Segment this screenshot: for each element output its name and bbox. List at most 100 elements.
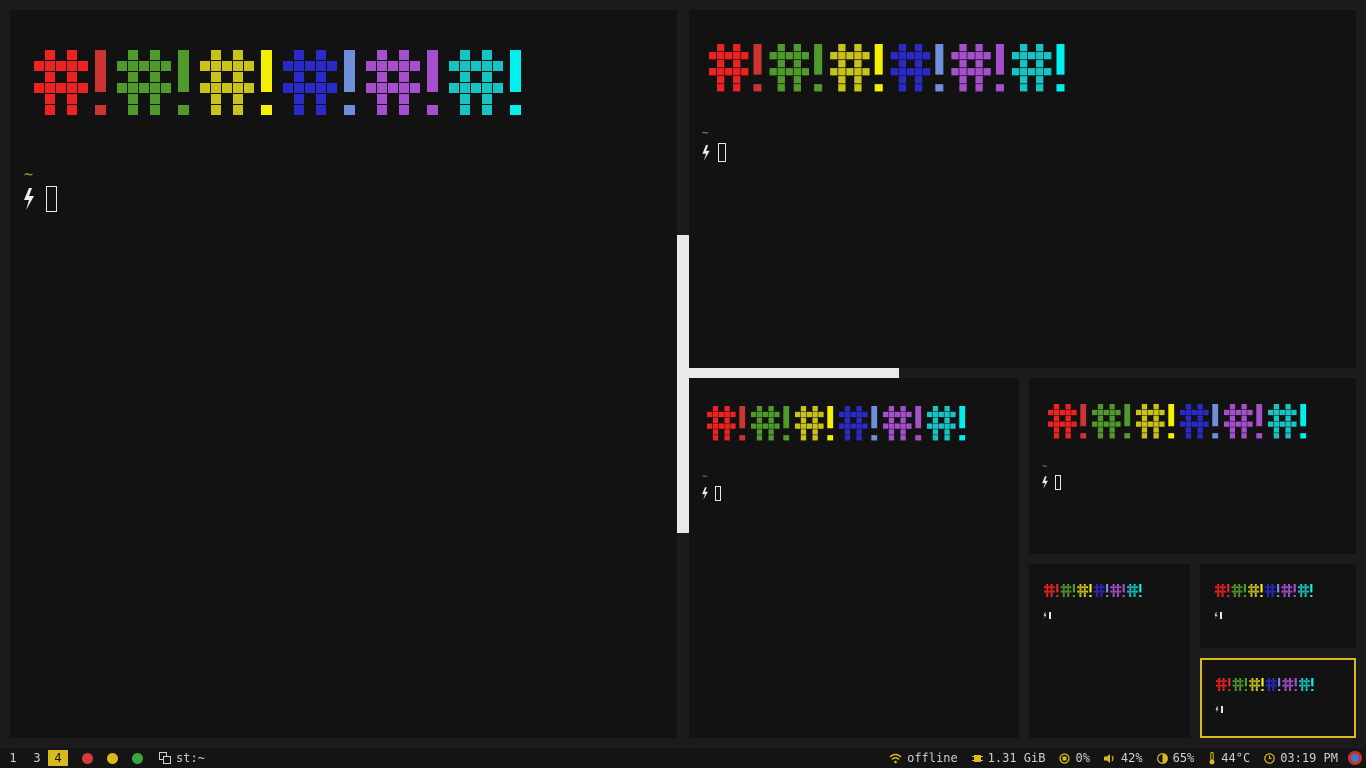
hash-glyph-cell bbox=[812, 423, 818, 429]
hash-glyph-cell bbox=[1283, 590, 1286, 593]
hash-glyph-cell bbox=[1257, 590, 1259, 593]
hash-glyph-cell bbox=[1224, 684, 1227, 687]
hash-glyph-cell bbox=[793, 52, 801, 60]
hash-glyph-cell bbox=[460, 72, 470, 82]
bang-glyph-bar bbox=[178, 50, 189, 92]
hash-glyph-cell bbox=[900, 429, 906, 435]
window-maximize-button[interactable] bbox=[132, 752, 143, 764]
hash-glyph-cell bbox=[1036, 84, 1044, 92]
bang-glyph-bar bbox=[344, 50, 355, 92]
hash-glyph-cell bbox=[838, 60, 846, 68]
hash-glyph-cell bbox=[1059, 421, 1065, 427]
hash-glyph-cell bbox=[1255, 686, 1258, 689]
terminal-window-top-right[interactable]: ~ bbox=[689, 10, 1356, 368]
hash-glyph-cell bbox=[756, 406, 763, 412]
hash-glyph-cell bbox=[712, 417, 719, 423]
hash-glyph-cell bbox=[900, 435, 906, 441]
prompt-line[interactable] bbox=[701, 143, 726, 162]
prompt-line[interactable] bbox=[1043, 612, 1051, 619]
window-close-button[interactable] bbox=[82, 752, 93, 764]
terminal-window-small-1[interactable] bbox=[1029, 564, 1190, 738]
hash-glyph-cell bbox=[294, 50, 304, 60]
hash-glyph-cell bbox=[967, 68, 975, 76]
hash-glyph-cell bbox=[1067, 586, 1070, 589]
hash-glyph-cell bbox=[1288, 590, 1290, 593]
hash-glyph-cell bbox=[1241, 684, 1244, 687]
hash-glyph-cell bbox=[1217, 588, 1220, 591]
hash-glyph-cell bbox=[1117, 586, 1119, 589]
cpu-module[interactable]: 0% bbox=[1059, 751, 1090, 765]
brightness-module[interactable]: 65% bbox=[1156, 751, 1194, 765]
hash-glyph-cell bbox=[741, 68, 749, 76]
hash-glyph-cell bbox=[1219, 590, 1222, 593]
prompt-line[interactable] bbox=[1041, 475, 1061, 490]
temperature-module[interactable]: 44°C bbox=[1208, 751, 1250, 765]
hash-glyph-cell bbox=[1133, 590, 1136, 593]
hash-glyph-cell bbox=[1301, 682, 1304, 685]
hash-glyph-cell bbox=[1255, 680, 1258, 683]
clock-module[interactable]: 03:19 PM bbox=[1264, 751, 1338, 765]
hash-glyph-cell bbox=[1011, 68, 1020, 76]
lightning-icon bbox=[1043, 612, 1047, 619]
hash-glyph-cell bbox=[211, 72, 221, 82]
hash-glyph-cell bbox=[377, 105, 387, 115]
hash-glyph-cell bbox=[983, 52, 991, 60]
hash-glyph-cell bbox=[793, 84, 801, 92]
memory-module[interactable]: 1.31 GiB bbox=[971, 751, 1045, 765]
hash-glyph-cell bbox=[117, 83, 127, 93]
prompt-line[interactable] bbox=[22, 186, 57, 212]
bang-glyph-dot bbox=[1122, 595, 1125, 597]
bang-glyph-bar bbox=[1227, 584, 1230, 593]
bang-glyph-dot bbox=[1227, 595, 1230, 597]
hash-glyph-cell bbox=[1234, 678, 1237, 680]
hash-glyph-cell bbox=[399, 83, 409, 93]
bang-glyph-bar bbox=[1212, 404, 1219, 427]
hash-glyph-cell bbox=[768, 411, 774, 418]
hash-glyph-cell bbox=[1153, 427, 1159, 433]
hash-glyph-cell bbox=[377, 72, 387, 82]
terminal-window-large[interactable]: ~ bbox=[10, 10, 677, 738]
terminal-window-small-3-focused[interactable] bbox=[1200, 658, 1356, 738]
bang-glyph-dot bbox=[261, 105, 272, 115]
hash-glyph-cell bbox=[1268, 686, 1270, 689]
hash-glyph-cell bbox=[1185, 409, 1192, 416]
workspace-4[interactable]: 4 bbox=[48, 750, 68, 766]
hash-glyph-cell bbox=[709, 52, 717, 60]
prompt-line[interactable] bbox=[1214, 612, 1222, 619]
terminal-window-mid-right[interactable]: ~ bbox=[1029, 378, 1356, 554]
hash-glyph-cell bbox=[1264, 586, 1267, 589]
hash-glyph-cell bbox=[45, 61, 55, 71]
app-tray-icon[interactable] bbox=[1348, 751, 1362, 765]
terminal-window-mid-left[interactable]: ~ bbox=[689, 378, 1019, 738]
network-module[interactable]: offline bbox=[889, 751, 958, 765]
cursor bbox=[1220, 612, 1222, 619]
hash-glyph-cell bbox=[1046, 592, 1049, 595]
hash-glyph-cell bbox=[1050, 584, 1053, 586]
hash-glyph-cell bbox=[1273, 415, 1280, 421]
hash-glyph-cell bbox=[756, 435, 763, 441]
hash-glyph-cell bbox=[1096, 595, 1098, 597]
hash-glyph-cell bbox=[1097, 433, 1104, 439]
hash-glyph-cell bbox=[1081, 590, 1084, 593]
hash-glyph-cell bbox=[1127, 590, 1129, 593]
hash-glyph-cell bbox=[1233, 590, 1236, 593]
hash-bang-banner bbox=[34, 50, 532, 116]
prompt-line[interactable] bbox=[701, 486, 721, 501]
prompt-line[interactable] bbox=[1215, 706, 1223, 713]
hash-glyph-cell bbox=[806, 411, 812, 418]
terminal-window-small-2[interactable] bbox=[1200, 564, 1356, 648]
hash-glyph-cell bbox=[1109, 421, 1115, 427]
hash-glyph-cell bbox=[1285, 590, 1288, 593]
workspace-3[interactable]: 3 bbox=[28, 750, 46, 766]
hash-glyph-cell bbox=[768, 406, 774, 412]
bang-glyph-dot bbox=[1056, 84, 1065, 92]
hash-glyph-cell bbox=[493, 61, 503, 71]
volume-module[interactable]: 42% bbox=[1103, 751, 1143, 765]
window-minimize-button[interactable] bbox=[107, 752, 118, 764]
workspace-1[interactable]: 1 bbox=[4, 750, 22, 766]
hash-glyph-cell bbox=[1257, 586, 1259, 589]
hash-glyph-cell bbox=[794, 423, 801, 429]
hash-glyph-cell bbox=[1229, 421, 1236, 427]
hash-glyph-cell bbox=[1019, 84, 1028, 92]
speaker-icon bbox=[1103, 753, 1114, 763]
